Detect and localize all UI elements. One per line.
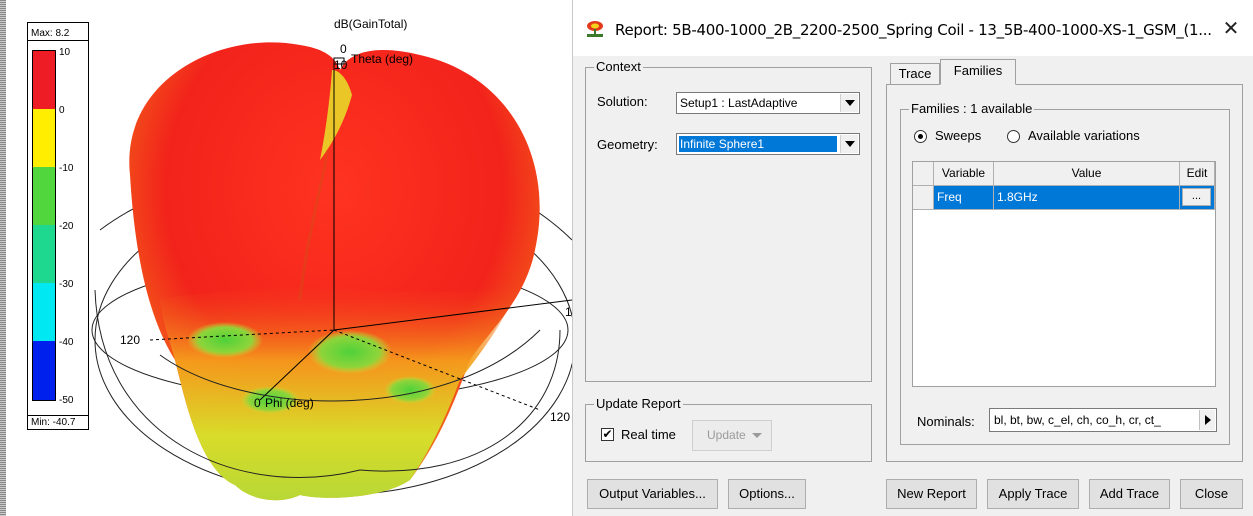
legend-segment-cyan: [33, 283, 55, 341]
plot-title: dB(GainTotal): [334, 17, 408, 31]
realtime-checkbox[interactable]: ✔: [601, 428, 614, 441]
solution-select[interactable]: Setup1 : LastAdaptive: [676, 92, 860, 114]
close-button[interactable]: Close: [1180, 479, 1243, 509]
legend-tick: -50: [59, 395, 74, 406]
sweeps-label: Sweeps: [935, 128, 982, 143]
new-report-button[interactable]: New Report: [886, 479, 977, 509]
nominals-value: bl, bt, bw, c_el, ch, co_h, cr, ct_: [994, 413, 1161, 427]
legend-tick: -40: [59, 337, 74, 348]
legend-segment-teal: [33, 225, 55, 283]
update-button[interactable]: Update: [692, 420, 772, 451]
theta-axis-label: Theta (deg): [351, 52, 414, 66]
variables-grid: Variable Value Edit Freq 1.8GHz ...: [912, 161, 1216, 387]
chevron-down-icon[interactable]: [840, 135, 858, 153]
color-legend: Max: 8.2 10 0 -10 -20 -30 -40 -50 Min: -…: [27, 22, 89, 430]
legend-segment-red: [33, 51, 55, 109]
sweeps-radio[interactable]: [914, 130, 927, 143]
column-header-edit[interactable]: Edit: [1180, 162, 1215, 186]
families-caption: Families : 1 available: [909, 101, 1035, 116]
tab-trace[interactable]: Trace: [890, 63, 940, 85]
cell-variable[interactable]: Freq: [934, 186, 994, 210]
update-button-label: Update: [707, 428, 746, 442]
radiation-plot-view[interactable]: dB(GainTotal) 0 10 Theta (deg) 120 120 1…: [0, 0, 572, 516]
report-dialog: Report: 5B-400-1000_2B_2200-2500_Spring …: [572, 0, 1253, 516]
legend-tick: -20: [59, 221, 74, 232]
theta-zero-label: 0: [340, 42, 347, 56]
close-icon[interactable]: ✕: [1219, 17, 1243, 41]
nominals-label: Nominals:: [917, 414, 975, 429]
left-ring-label: 120: [120, 333, 141, 347]
add-trace-button[interactable]: Add Trace: [1089, 479, 1170, 509]
right-ring-label: 120: [550, 410, 571, 424]
legend-segment-blue: [33, 341, 55, 400]
tab-families[interactable]: Families: [940, 59, 1016, 85]
right-edge-label: 1: [565, 305, 572, 319]
legend-min-label: Min: -40.7: [28, 415, 88, 429]
cell-value[interactable]: 1.8GHz: [994, 186, 1180, 210]
geometry-value: Infinite Sphere1: [679, 136, 837, 152]
options-button[interactable]: Options...: [728, 479, 806, 509]
phi-axis-label: Phi (deg): [265, 396, 314, 410]
phi-zero-label: 0: [254, 396, 261, 410]
legend-segment-green: [33, 167, 55, 225]
chevron-right-icon[interactable]: [1199, 410, 1215, 430]
output-variables-button[interactable]: Output Variables...: [587, 479, 718, 509]
solution-value: Setup1 : LastAdaptive: [680, 96, 798, 110]
chevron-down-icon[interactable]: [840, 94, 858, 112]
geometry-label: Geometry:: [597, 137, 658, 152]
legend-color-bar: [32, 50, 56, 401]
row-header[interactable]: [913, 186, 934, 210]
dialog-titlebar[interactable]: Report: 5B-400-1000_2B_2200-2500_Spring …: [573, 0, 1253, 56]
legend-max-label: Max: 8.2: [28, 27, 88, 41]
legend-tick: 0: [59, 105, 65, 116]
cell-edit: ...: [1180, 186, 1215, 210]
theta-ten-label: 10: [334, 58, 348, 72]
legend-tick: 10: [59, 47, 71, 58]
solution-label: Solution:: [597, 94, 648, 109]
edit-ellipsis-button[interactable]: ...: [1182, 188, 1211, 206]
geometry-select[interactable]: Infinite Sphere1: [676, 133, 860, 155]
available-variations-radio[interactable]: [1007, 130, 1020, 143]
apply-trace-button[interactable]: Apply Trace: [987, 479, 1079, 509]
available-variations-label: Available variations: [1028, 128, 1140, 143]
context-group: Context: [585, 59, 872, 382]
legend-tick: -30: [59, 279, 74, 290]
report-app-icon: [587, 21, 603, 37]
nominals-field[interactable]: bl, bt, bw, c_el, ch, co_h, cr, ct_: [989, 408, 1217, 432]
chevron-down-icon: [752, 433, 762, 438]
grid-corner: [913, 162, 934, 186]
realtime-label: Real time: [621, 427, 676, 442]
column-header-value[interactable]: Value: [994, 162, 1180, 186]
update-report-caption: Update Report: [594, 396, 683, 411]
dialog-title: Report: 5B-400-1000_2B_2200-2500_Spring …: [615, 21, 1212, 39]
context-caption: Context: [594, 59, 643, 74]
legend-tick: -10: [59, 163, 74, 174]
legend-segment-yellow: [33, 109, 55, 167]
column-header-variable[interactable]: Variable: [934, 162, 994, 186]
